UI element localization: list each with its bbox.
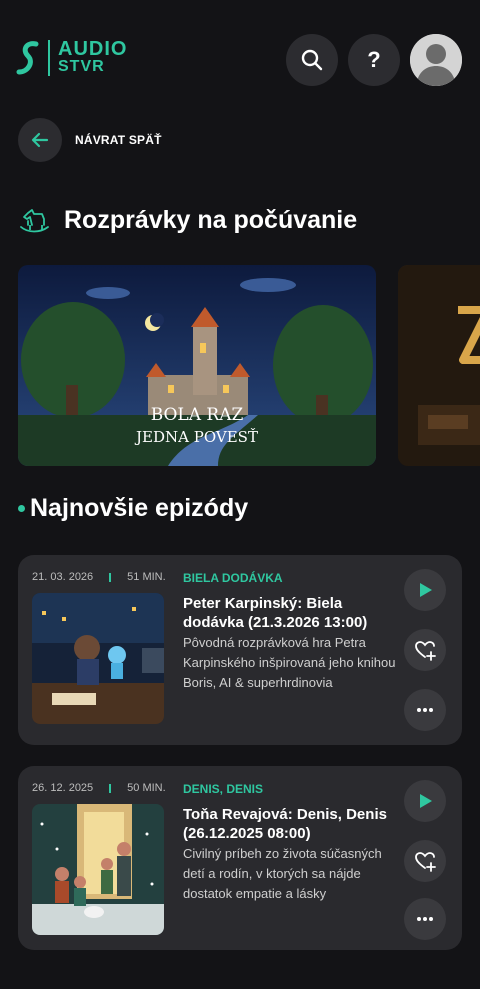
episode-meta: 21. 03. 2026 51 MIN. [32,571,166,583]
audio-stvr-logo[interactable]: AUDIO STVR [16,38,128,76]
carousel-card-next[interactable] [398,265,480,466]
more-dots-icon [417,917,433,921]
meta-separator [109,572,112,582]
episode-thumbnail[interactable] [32,593,164,724]
play-button[interactable] [404,780,446,822]
episode-image [32,804,164,935]
episode-thumbnail[interactable] [32,804,164,935]
card-caption-line2: JEDNA POVESŤ [134,428,258,446]
avatar-button[interactable] [410,34,462,86]
logo-divider [48,40,50,76]
episode-card[interactable]: 21. 03. 2026 51 MIN. BIELA DODÁVKA Peter… [18,555,462,745]
help-label: ? [367,47,381,72]
add-favorite-button[interactable] [404,840,446,882]
next-card-illustration [398,265,480,466]
more-options-button[interactable] [404,689,446,731]
episode-category[interactable]: BIELA DODÁVKA [183,571,283,585]
more-dots-icon [417,708,433,712]
logo-text: AUDIO STVR [58,38,128,76]
section-title: Najnovšie epizódy [30,494,249,522]
back-link[interactable]: NÁVRAT SPÄŤ [18,118,162,162]
episode-description: Civilný príbeh zo života súčasných detí … [183,846,382,901]
episode-card[interactable]: 26. 12. 2025 50 MIN. DENIS, DENIS Toňa R… [18,766,462,950]
arrow-left-icon [31,132,49,148]
help-button[interactable]: ? [348,34,400,86]
episode-date: 26. 12. 2025 [32,782,94,794]
meta-separator [109,783,112,793]
logo-line1: AUDIO [58,38,128,60]
logo-line2: STVR [58,58,105,75]
fairytales-carousel[interactable]: BOLA RAZ JEDNA POVESŤ [18,265,480,467]
search-icon [301,49,323,71]
back-label: NÁVRAT SPÄŤ [75,133,162,147]
episode-duration: 50 MIN. [127,782,166,794]
avatar-icon [410,34,462,86]
play-icon [420,794,432,808]
section-title: Rozprávky na počúvanie [64,206,358,234]
rocking-horse-icon [20,208,49,232]
logo-s-icon [16,41,39,75]
latest-section-header: Najnovšie epizódy [18,494,248,523]
episode-title[interactable]: Toňa Revajová: Denis, Denis (26.12.2025 … [183,805,398,843]
card-caption-line1: BOLA RAZ [151,405,244,425]
episode-category[interactable]: DENIS, DENIS [183,782,263,796]
play-icon [420,583,432,597]
episode-description: Pôvodná rozprávková hra Petra Karpinskéh… [183,635,396,690]
app-header: AUDIO STVR ? [0,0,480,120]
carousel-card[interactable]: BOLA RAZ JEDNA POVESŤ [18,265,376,466]
play-button[interactable] [404,569,446,611]
episode-date: 21. 03. 2026 [32,571,94,583]
heart-plus-icon [415,641,436,661]
castle-illustration: BOLA RAZ JEDNA POVESŤ [18,265,376,466]
back-button[interactable] [18,118,62,162]
episode-image [32,593,164,724]
episode-title[interactable]: Peter Karpinský: Biela dodávka (21.3.202… [183,594,398,632]
fairytales-section-header: Rozprávky na počúvanie [18,206,357,235]
search-button[interactable] [286,34,338,86]
episode-meta: 26. 12. 2025 50 MIN. [32,782,166,794]
accent-dot [18,505,25,512]
heart-plus-icon [415,852,436,872]
add-favorite-button[interactable] [404,629,446,671]
episode-duration: 51 MIN. [127,571,166,583]
more-options-button[interactable] [404,898,446,940]
